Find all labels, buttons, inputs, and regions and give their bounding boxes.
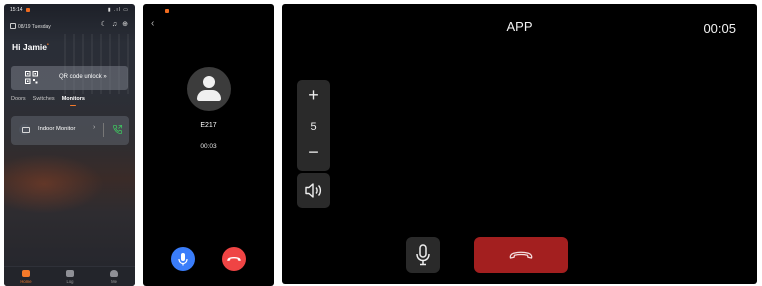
call-duration: 00:03 — [200, 143, 217, 150]
indoor-monitor-card[interactable]: Indoor Monitor › — [11, 116, 129, 145]
volume-up-button[interactable]: + — [297, 85, 330, 105]
nav-me-label: Me — [111, 279, 117, 284]
notification-dot — [165, 9, 169, 13]
avatar-body — [197, 90, 221, 101]
background-glow — [4, 154, 104, 214]
hang-up-button[interactable] — [222, 247, 246, 271]
call-title: APP — [506, 19, 533, 34]
home-icon — [22, 270, 30, 277]
log-icon — [66, 270, 74, 277]
speaker-icon — [305, 183, 322, 198]
volume-level: 5 — [310, 121, 317, 133]
notification-dot — [26, 8, 30, 12]
volume-control: + 5 − — [297, 80, 330, 171]
qr-unlock-label: QR code unlock » — [59, 74, 107, 80]
volume-down-button[interactable]: − — [297, 142, 330, 162]
home-screen: 15:14 ▮ .ıl ▭ 08/19 Tuesday ☾ ♫ ⊕ Hi Jam… — [4, 4, 135, 286]
qr-unlock-card[interactable]: QR code unlock » — [11, 66, 128, 90]
monitor-icon — [19, 124, 30, 135]
bell-icon[interactable]: ♫ — [112, 21, 117, 29]
tab-monitors[interactable]: Monitors — [62, 96, 85, 106]
call-screen-large: APP 00:05 + 5 − — [282, 4, 757, 284]
nav-home[interactable]: Home — [11, 270, 41, 284]
microphone-icon — [416, 244, 430, 266]
status-bar-time: 15:14 — [10, 7, 23, 13]
date-label: 08/19 Tuesday — [10, 23, 51, 30]
header-actions: ☾ ♫ ⊕ — [101, 21, 128, 29]
avatar-head — [203, 76, 215, 88]
chevron-right-icon[interactable]: › — [93, 124, 95, 131]
caller-avatar — [187, 67, 231, 111]
tab-switches[interactable]: Switches — [33, 96, 55, 102]
person-icon — [110, 270, 118, 277]
back-icon[interactable]: ‹ — [151, 18, 154, 29]
mute-button[interactable] — [171, 247, 195, 271]
caller-name: E217 — [200, 122, 217, 129]
call-timer: 00:05 — [703, 21, 736, 36]
microphone-icon — [178, 253, 188, 266]
greeting-text: Hi Jamie — [12, 42, 47, 52]
hang-up-icon — [227, 256, 241, 261]
calendar-icon — [10, 23, 16, 29]
divider — [103, 123, 104, 137]
nav-log-label: Log — [66, 279, 74, 284]
status-bar-icons: ▮ .ıl ▭ — [107, 7, 129, 13]
nav-me[interactable]: Me — [99, 270, 129, 284]
call-screen-small: ‹ E217 00:03 — [143, 4, 274, 286]
monitor-name: Indoor Monitor — [38, 126, 76, 132]
date-text: 08/19 Tuesday — [18, 24, 51, 30]
greeting: Hi Jamie• — [12, 42, 49, 52]
bottom-navigation: Home Log Me — [4, 266, 135, 286]
phone-icon[interactable] — [112, 124, 123, 135]
hang-up-icon — [509, 251, 533, 259]
nav-home-label: Home — [20, 279, 32, 284]
tab-doors[interactable]: Doors — [11, 96, 26, 102]
qr-code-icon — [25, 71, 38, 84]
hang-up-button[interactable] — [474, 237, 568, 273]
greeting-mark: • — [46, 42, 49, 48]
device-tabs: Doors Switches Monitors — [11, 96, 85, 106]
speaker-button[interactable] — [297, 173, 330, 208]
add-icon[interactable]: ⊕ — [122, 21, 128, 29]
mute-button[interactable] — [406, 237, 440, 273]
nav-log[interactable]: Log — [55, 270, 85, 284]
moon-icon[interactable]: ☾ — [101, 21, 107, 29]
